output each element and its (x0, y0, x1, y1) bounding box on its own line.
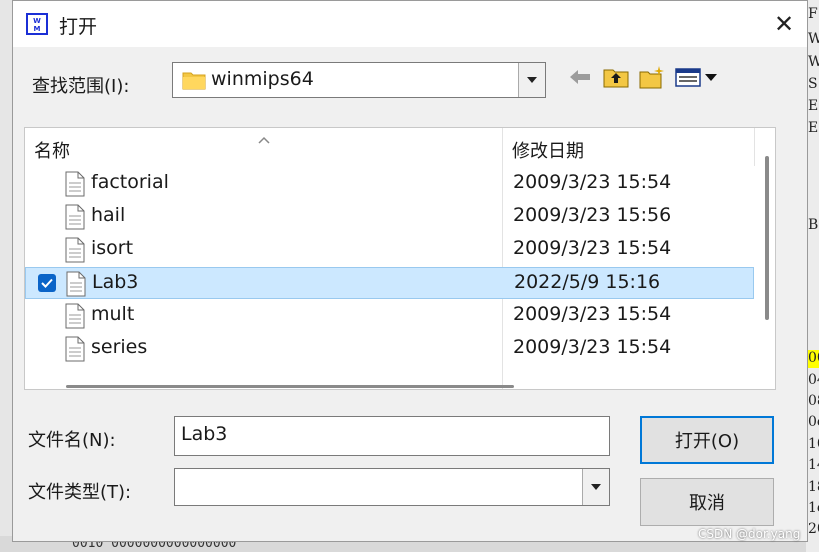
document-icon (65, 204, 85, 235)
column-header-modified[interactable]: 修改日期 (512, 137, 584, 163)
file-name-value: Lab3 (181, 423, 228, 445)
svg-text:M: M (34, 25, 41, 33)
column-header-name[interactable]: 名称 (34, 137, 70, 163)
bg-text: S (808, 76, 818, 92)
open-button[interactable]: 打开(O) (640, 416, 774, 464)
folder-icon (182, 70, 206, 95)
background-left-strip (0, 0, 12, 552)
sort-up-icon (258, 128, 270, 144)
look-in-combobox[interactable]: winmips64 (172, 62, 546, 98)
checkbox-checked-icon[interactable] (38, 274, 56, 292)
chevron-down-icon[interactable] (518, 63, 545, 97)
chevron-down-icon[interactable] (582, 469, 609, 505)
cancel-button[interactable]: 取消 (640, 478, 774, 526)
winmips-app-icon: W M (26, 13, 48, 35)
vertical-scrollbar[interactable] (765, 156, 769, 320)
document-icon (65, 171, 85, 202)
svg-text:W: W (33, 17, 41, 25)
file-name: isort (91, 237, 134, 259)
bg-text: 08 (808, 393, 819, 409)
list-item[interactable]: isort 2009/3/23 15:54 (25, 234, 754, 266)
file-name: hail (91, 204, 126, 226)
bg-text: F (808, 6, 818, 22)
file-date: 2009/3/23 15:54 (513, 237, 672, 259)
bg-text: W (808, 54, 819, 70)
document-icon (65, 336, 85, 367)
list-item[interactable]: series 2009/3/23 15:54 (25, 333, 754, 365)
new-folder-icon[interactable] (638, 64, 666, 90)
file-list[interactable]: 名称 修改日期 factorial 2009/3/23 15:54 hail 2… (24, 127, 776, 390)
horizontal-scrollbar[interactable] (66, 385, 514, 388)
document-icon (65, 303, 85, 334)
bg-text: 00 (808, 350, 819, 366)
open-file-dialog: W M 打开 ✕ 查找范围(I): winmips64 名称 修改日期 fact… (12, 0, 808, 542)
file-date: 2022/5/9 15:16 (514, 271, 661, 293)
column-divider (754, 128, 755, 166)
file-date: 2009/3/23 15:56 (513, 204, 672, 226)
bg-text: 10 (808, 436, 819, 452)
file-date: 2009/3/23 15:54 (513, 336, 672, 358)
bg-text: B (808, 217, 819, 233)
bg-text: 0c (808, 414, 819, 430)
list-item[interactable]: mult 2009/3/23 15:54 (25, 300, 754, 332)
look-in-label: 查找范围(I): (32, 76, 130, 97)
look-in-value: winmips64 (211, 68, 314, 90)
list-item[interactable]: hail 2009/3/23 15:56 (25, 201, 754, 233)
title-bar[interactable]: W M 打开 ✕ (13, 1, 807, 47)
file-name: Lab3 (92, 271, 139, 293)
bg-text: W (808, 31, 819, 47)
bg-text: E (808, 98, 819, 114)
list-item-selected[interactable]: Lab3 2022/5/9 15:16 (25, 267, 754, 299)
watermark: CSDN @dor.yang (698, 527, 801, 541)
document-icon (65, 237, 85, 268)
document-icon (66, 271, 86, 302)
close-button[interactable]: ✕ (761, 1, 807, 47)
file-name: series (91, 336, 148, 358)
list-item[interactable]: factorial 2009/3/23 15:54 (25, 168, 754, 200)
up-folder-icon[interactable] (602, 64, 630, 90)
back-arrow-icon[interactable] (569, 64, 591, 90)
dialog-title: 打开 (59, 16, 98, 38)
file-type-label: 文件类型(T): (28, 482, 132, 503)
file-date: 2009/3/23 15:54 (513, 303, 672, 325)
file-name: mult (91, 303, 135, 325)
file-date: 2009/3/23 15:54 (513, 171, 672, 193)
bg-text: 18 (808, 479, 819, 495)
view-menu-icon[interactable] (674, 64, 720, 90)
list-header: 名称 修改日期 (25, 128, 755, 166)
file-type-combobox[interactable] (174, 468, 610, 506)
bg-text: 04 (808, 372, 819, 388)
file-name: factorial (91, 171, 169, 193)
bg-text: 14 (808, 457, 819, 473)
file-name-field[interactable]: Lab3 (174, 416, 610, 456)
file-name-label: 文件名(N): (28, 430, 116, 451)
bg-text: E (808, 120, 819, 136)
bg-text: 1c (808, 500, 819, 516)
bg-text: 20 (808, 521, 819, 537)
